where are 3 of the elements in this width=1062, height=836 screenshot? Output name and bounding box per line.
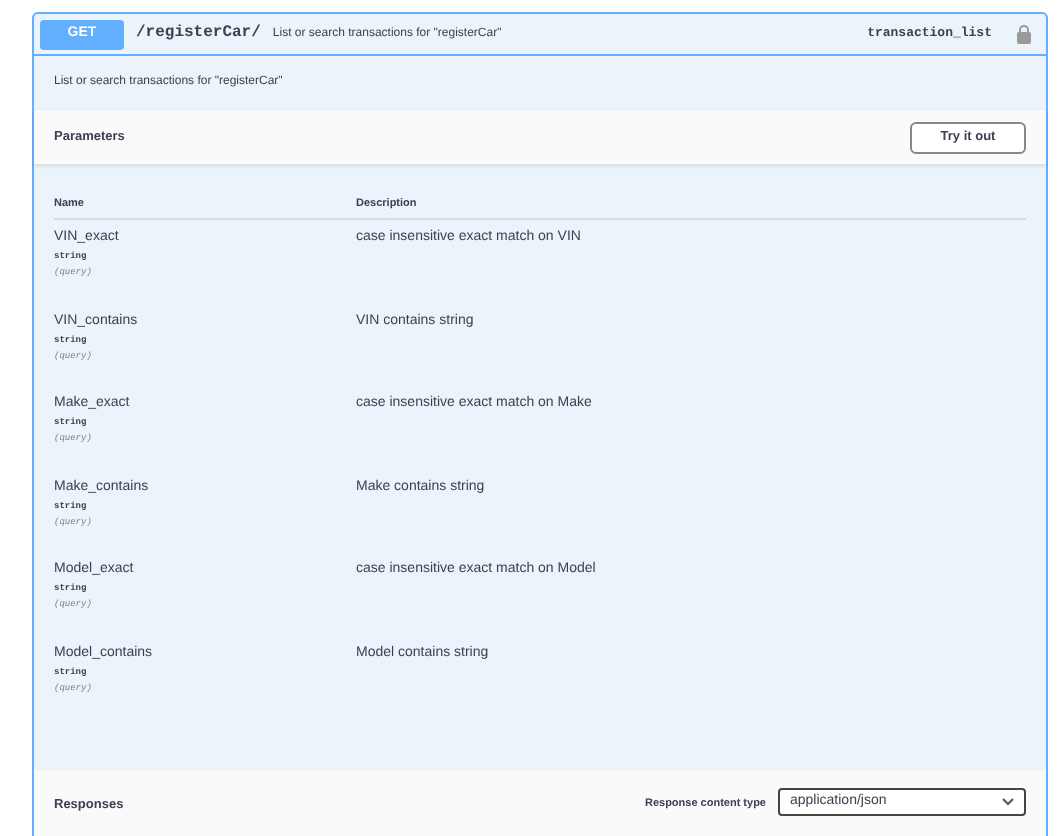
lock-icon[interactable] <box>1016 24 1032 44</box>
chevron-down-icon <box>1002 798 1014 806</box>
endpoint-path: /registerCar/ <box>136 22 261 46</box>
